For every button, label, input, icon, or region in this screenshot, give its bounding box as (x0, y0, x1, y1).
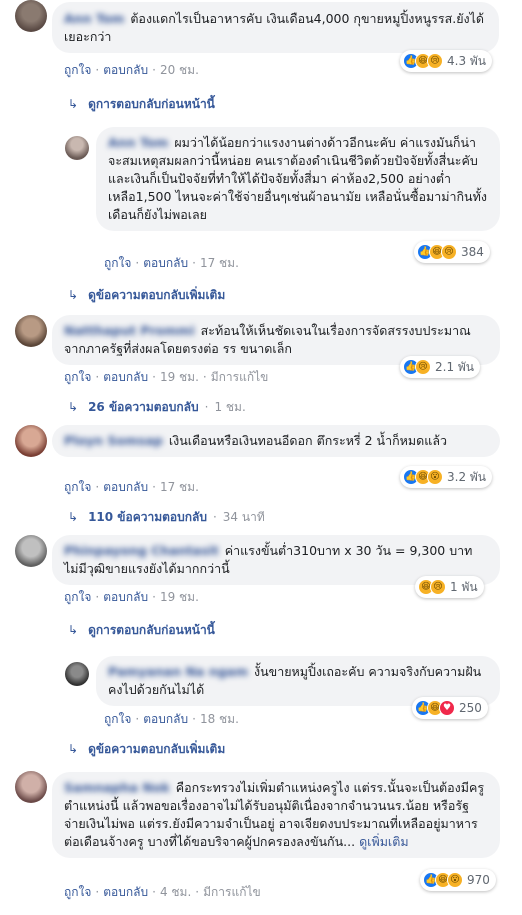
like-link[interactable]: ถูกใจ (64, 63, 91, 77)
reactions-summary[interactable]: 👍 😆 😮 970 (420, 869, 496, 891)
like-link[interactable]: ถูกใจ (64, 885, 91, 899)
avatar[interactable] (65, 662, 89, 686)
comment-actions: ถูกใจ · ตอบกลับ · 18 ชม. (104, 712, 239, 726)
view-previous-replies[interactable]: ↳ ดูการตอบกลับก่อนหน้านี้ (68, 95, 215, 114)
wow-reaction-icon: 😮 (447, 872, 463, 888)
comment-bubble: Ployn Somsap เงินเดือนหรือเงินทอนอีดอก ตึ… (52, 425, 500, 457)
reply-arrow-icon: ↳ (68, 742, 79, 756)
reply-arrow-icon: ↳ (68, 400, 79, 414)
timestamp[interactable]: 18 ชม. (200, 712, 239, 726)
edited-label[interactable]: มีการแก้ไข (211, 370, 269, 384)
reaction-count: 2.1 พัน (435, 359, 475, 374)
view-replies[interactable]: ↳ 26 ข้อความตอบกลับ · 1 ชม. (68, 398, 246, 417)
view-previous-replies[interactable]: ↳ ดูการตอบกลับก่อนหน้านี้ (68, 621, 215, 640)
comment-actions: ถูกใจ · ตอบกลับ · 20 ชม. (64, 63, 199, 77)
commenter-name[interactable]: Samnapha Nok (64, 780, 170, 795)
reply-link[interactable]: ตอบกลับ (103, 590, 148, 604)
reactions-summary[interactable]: 👍 😆 😢 384 (414, 241, 490, 263)
timestamp[interactable]: 20 ชม. (160, 63, 199, 77)
reply-arrow-icon: ↳ (68, 97, 79, 111)
avatar[interactable] (15, 315, 47, 347)
reactions-summary[interactable]: 👍 😆 😮 3.2 พัน (400, 466, 493, 488)
reaction-count: 250 (459, 701, 482, 715)
reactions-summary[interactable]: 👍 😆 😢 4.3 พัน (400, 50, 493, 72)
reactions-summary[interactable]: 👍 😢 2.1 พัน (400, 356, 481, 378)
sad-reaction-icon: 😢 (430, 579, 446, 595)
like-link[interactable]: ถูกใจ (104, 712, 131, 726)
comment-actions: ถูกใจ · ตอบกลับ · 4 ชม. · มีการแก้ไข (64, 885, 261, 899)
timestamp[interactable]: 17 ชม. (200, 256, 239, 270)
comment-bubble: Ann Tom ต้องแดกไรเป็นอาหารคับ เงินเดือน4,… (52, 2, 499, 53)
wow-reaction-icon: 😮 (427, 469, 443, 485)
comment-text: เงินเดือนหรือเงินทอนอีดอก ตึกระหรี่ 2 น้… (168, 433, 448, 448)
comment-actions: ถูกใจ · ตอบกลับ · 19 ชม. (64, 590, 199, 604)
commenter-name[interactable]: Natthaput Prommi (64, 323, 195, 338)
sad-reaction-icon: 😢 (427, 53, 443, 69)
reaction-count: 970 (467, 873, 490, 887)
comment-text: ต้องแดกไรเป็นอาหารคับ เงินเดือน4,000 กุข… (64, 11, 485, 44)
reaction-count: 1 พัน (450, 579, 478, 594)
reply-link[interactable]: ตอบกลับ (143, 712, 188, 726)
reactions-summary[interactable]: 😆 😢 1 พัน (415, 576, 484, 598)
timestamp[interactable]: 4 ชม. (160, 885, 191, 899)
view-more-replies[interactable]: ↳ ดูข้อความตอบกลับเพิ่มเติม (68, 740, 225, 759)
reply-bubble: Ann Tom ผมว่าได้น้อยกว่าแรงงานต่างด้าวอีก… (96, 127, 500, 231)
comment-actions: ถูกใจ · ตอบกลับ · 19 ชม. · มีการแก้ไข (64, 370, 269, 384)
avatar[interactable] (65, 136, 89, 160)
commenter-name[interactable]: Phinpayong Chantasit (64, 543, 219, 558)
reactions-summary[interactable]: 👍 😆 ♥ 250 (412, 697, 488, 719)
reaction-count: 3.2 พัน (447, 469, 487, 484)
reply-link[interactable]: ตอบกลับ (103, 63, 148, 77)
like-link[interactable]: ถูกใจ (64, 480, 91, 494)
avatar[interactable] (15, 535, 47, 567)
avatar[interactable] (15, 425, 47, 457)
avatar[interactable] (15, 771, 47, 803)
reply-link[interactable]: ตอบกลับ (103, 370, 148, 384)
like-link[interactable]: ถูกใจ (64, 370, 91, 384)
like-link[interactable]: ถูกใจ (104, 256, 131, 270)
love-reaction-icon: ♥ (439, 700, 455, 716)
timestamp[interactable]: 17 ชม. (160, 480, 199, 494)
reply-arrow-icon: ↳ (68, 288, 79, 302)
like-link[interactable]: ถูกใจ (64, 590, 91, 604)
avatar[interactable] (15, 0, 47, 32)
comment-actions: ถูกใจ · ตอบกลับ · 17 ชม. (104, 256, 239, 270)
sad-reaction-icon: 😢 (441, 244, 457, 260)
reaction-count: 384 (461, 245, 484, 259)
comment-actions: ถูกใจ · ตอบกลับ · 17 ชม. (64, 480, 199, 494)
reply-link[interactable]: ตอบกลับ (103, 480, 148, 494)
reaction-count: 4.3 พัน (447, 53, 487, 68)
view-replies[interactable]: ↳ 110 ข้อความตอบกลับ · 34 นาที (68, 508, 265, 527)
comment-bubble: Samnapha Nok คือกระทรวงไม่เพิ่มตำแหน่งครู… (52, 772, 500, 858)
sad-reaction-icon: 😢 (415, 359, 431, 375)
commenter-name[interactable]: Ployn Somsap (64, 433, 163, 448)
reply-arrow-icon: ↳ (68, 510, 79, 524)
commenter-name[interactable]: Ann Tom (108, 135, 168, 150)
reply-link[interactable]: ตอบกลับ (143, 256, 188, 270)
commenter-name[interactable]: Pamyanan Na ngam (108, 664, 248, 679)
edited-label[interactable]: มีการแก้ไข (203, 885, 261, 899)
commenter-name[interactable]: Ann Tom (64, 11, 124, 26)
see-more-link[interactable]: ดูเพิ่มเติม (359, 834, 409, 849)
view-more-replies[interactable]: ↳ ดูข้อความตอบกลับเพิ่มเติม (68, 286, 225, 305)
reply-link[interactable]: ตอบกลับ (103, 885, 148, 899)
reply-arrow-icon: ↳ (68, 623, 79, 637)
timestamp[interactable]: 19 ชม. (160, 590, 199, 604)
timestamp[interactable]: 19 ชม. (160, 370, 199, 384)
